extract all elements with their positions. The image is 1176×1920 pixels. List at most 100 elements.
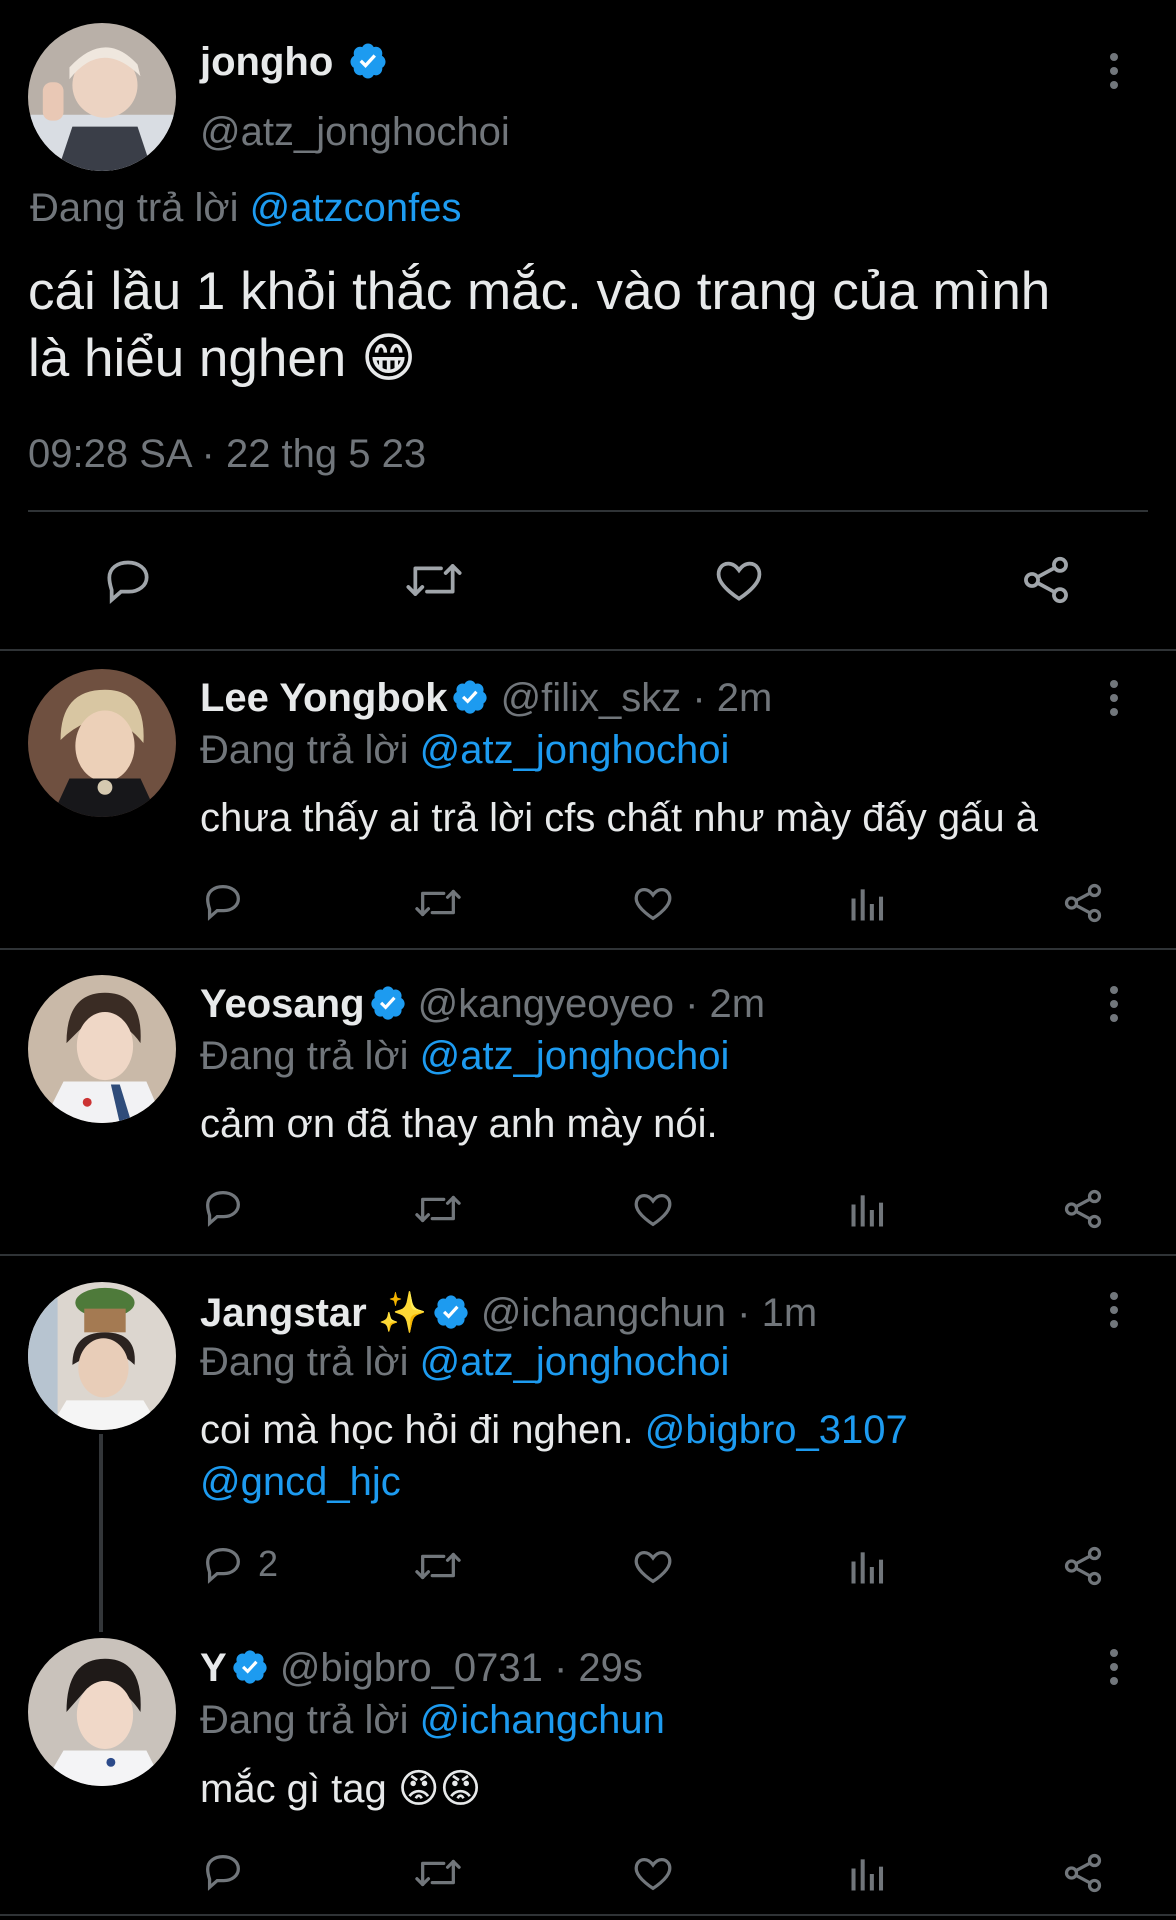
reply-button[interactable] [200, 878, 246, 924]
divider [0, 1914, 1176, 1916]
share-button[interactable] [1060, 1543, 1106, 1589]
views-button[interactable] [846, 1188, 890, 1232]
mention-link[interactable]: @gncd_hjc [200, 1460, 401, 1505]
display-name[interactable]: jongho [200, 40, 333, 84]
more-icon[interactable] [1108, 680, 1120, 722]
verified-badge-icon [370, 986, 405, 1021]
handle[interactable]: @bigbro_0731 [280, 1646, 543, 1690]
share-icon [1064, 1853, 1102, 1893]
reply-mention-link[interactable]: @atzconfes [250, 186, 462, 230]
more-icon[interactable] [1108, 986, 1120, 1028]
reply-icon [206, 1854, 240, 1891]
like-icon [634, 1550, 672, 1584]
display-name[interactable]: Yeosang [200, 982, 365, 1026]
like-button[interactable] [630, 1186, 676, 1232]
avatar[interactable] [28, 1282, 176, 1430]
thread-line [99, 1434, 103, 1632]
tweet-text: coi mà học hỏi đi nghen. @bigbro_3107 [200, 1408, 908, 1452]
retweet-icon [415, 889, 461, 917]
handle[interactable]: @ichangchun [481, 1291, 726, 1335]
retweet-button[interactable] [403, 552, 465, 608]
replying-to-label: Đang trả lời [200, 1698, 409, 1742]
reply-button[interactable] [200, 1848, 246, 1894]
reply-button[interactable] [200, 1184, 246, 1230]
divider [0, 1254, 1176, 1256]
tweet-age: 2m [709, 982, 766, 1026]
share-button[interactable] [1060, 880, 1106, 926]
handle[interactable]: @filix_skz [501, 676, 682, 720]
divider [28, 510, 1148, 512]
avatar[interactable] [28, 1638, 176, 1786]
grin-emoji: 😁 [361, 329, 417, 388]
verified-badge-icon [453, 680, 488, 715]
retweet-icon [406, 564, 462, 596]
display-name[interactable]: Lee Yongbok [200, 676, 447, 720]
handle[interactable]: @atz_jonghochoi [200, 110, 510, 155]
replying-to-label: Đang trả lời [200, 1340, 409, 1384]
views-icon [851, 1195, 884, 1227]
like-icon [716, 561, 762, 601]
views-button[interactable] [846, 1545, 890, 1589]
avatar[interactable] [28, 669, 176, 817]
like-button[interactable] [630, 1543, 676, 1589]
replying-to-label: Đang trả lời [200, 728, 409, 772]
like-button[interactable] [711, 552, 767, 608]
reply-icon [107, 560, 149, 604]
reply-icon [206, 1547, 240, 1584]
views-button[interactable] [846, 1852, 890, 1896]
avatar[interactable] [28, 975, 176, 1123]
reply-icon [206, 1190, 240, 1227]
share-button[interactable] [1060, 1186, 1106, 1232]
verified-badge-icon [233, 1650, 267, 1685]
share-button[interactable] [1060, 1850, 1106, 1896]
reply-button[interactable]: 2 [200, 1541, 278, 1587]
tweet-age: 2m [716, 676, 773, 720]
divider [0, 948, 1176, 950]
reply-mention-link[interactable]: @atz_jonghochoi [420, 1034, 730, 1078]
views-icon [851, 889, 884, 921]
verified-badge-icon [434, 1295, 468, 1330]
reply-mention-link[interactable]: @atz_jonghochoi [420, 1340, 730, 1384]
retweet-icon [415, 1195, 461, 1223]
tweet-text: cái lầu 1 khỏi thắc mắc. vào trang của m… [28, 262, 1051, 388]
share-button[interactable] [1018, 552, 1074, 608]
like-icon [634, 1193, 672, 1227]
share-icon [1024, 556, 1068, 604]
reply-mention-link[interactable]: @ichangchun [420, 1698, 665, 1742]
sparkle-emoji: ✨ [377, 1291, 428, 1335]
like-icon [634, 1857, 672, 1891]
angry-emoji: 😡😡 [397, 1767, 482, 1811]
like-button[interactable] [630, 880, 676, 926]
retweet-icon [415, 1859, 461, 1887]
reply-button[interactable] [100, 552, 156, 608]
retweet-button[interactable] [412, 1850, 464, 1896]
handle[interactable]: @kangyeoyeo [418, 982, 674, 1026]
share-icon [1064, 1189, 1102, 1229]
retweet-button[interactable] [412, 880, 464, 926]
tweet-text: chưa thấy ai trả lời cfs chất như mày đấ… [200, 796, 1038, 840]
share-icon [1064, 1546, 1102, 1586]
display-name[interactable]: Y [200, 1646, 227, 1690]
more-icon[interactable] [1108, 1292, 1120, 1334]
more-icon[interactable] [1108, 1649, 1120, 1691]
retweet-button[interactable] [412, 1186, 464, 1232]
display-name[interactable]: Jangstar [200, 1291, 367, 1335]
replying-to-label: Đang trả lời [30, 186, 239, 230]
tweet-text: cảm ơn đã thay anh mày nói. [200, 1102, 718, 1146]
mention-link[interactable]: @bigbro_3107 [645, 1408, 908, 1452]
reply-count: 2 [258, 1543, 279, 1584]
like-icon [634, 887, 672, 921]
reply-mention-link[interactable]: @atz_jonghochoi [420, 728, 730, 772]
retweet-button[interactable] [412, 1543, 464, 1589]
like-button[interactable] [630, 1850, 676, 1896]
views-icon [851, 1552, 884, 1584]
timestamp[interactable]: 09:28 SA · 22 thg 5 23 [28, 432, 426, 477]
views-button[interactable] [846, 882, 890, 926]
tweet-age: 29s [578, 1646, 643, 1690]
more-icon[interactable] [1108, 53, 1120, 95]
reply-icon [206, 884, 240, 921]
replying-to-label: Đang trả lời [200, 1034, 409, 1078]
tweet-age: 1m [761, 1291, 818, 1335]
avatar[interactable] [28, 23, 176, 171]
views-icon [851, 1859, 884, 1891]
